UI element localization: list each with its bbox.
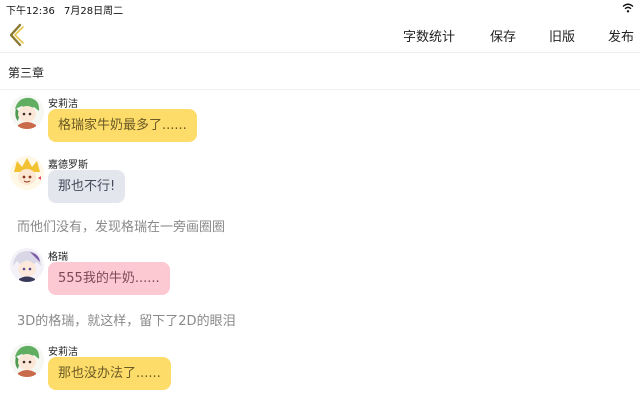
status-bar: 下午12:36 7月28日周二 <box>0 0 640 18</box>
narration-text[interactable]: 而他们没有，发现格瑞在一旁画圈圈 <box>17 216 225 235</box>
avatar-anliejie-image <box>10 343 44 377</box>
narration-text[interactable]: 3D的格瑞，就这样，留下了2D的眼泪 <box>17 310 236 329</box>
avatar-jiadeluosi-image <box>10 156 44 190</box>
message-bubble[interactable]: 那也没办法了...... <box>48 357 171 390</box>
message-bubble[interactable]: 那也不行! <box>48 170 126 203</box>
message-bubble[interactable]: 555我的牛奶...... <box>48 262 170 295</box>
speaker-name: 安莉洁 <box>48 347 78 358</box>
avatar[interactable] <box>10 343 44 377</box>
chapter-title[interactable]: 第三章 <box>8 64 44 81</box>
avatar-anliejie-image <box>10 95 44 129</box>
speaker-name: 格瑞 <box>48 252 68 263</box>
history-button[interactable]: 旧版 <box>549 26 575 45</box>
avatar[interactable] <box>10 95 44 129</box>
chapter-bar: 第三章 <box>0 53 640 90</box>
speaker-name: 嘉德罗斯 <box>48 160 88 171</box>
avatar-gerui-image <box>10 248 44 282</box>
avatar[interactable] <box>10 156 44 190</box>
back-arrow-icon <box>9 23 24 47</box>
message-bubble[interactable]: 格瑞家牛奶最多了...... <box>48 109 197 142</box>
publish-button[interactable]: 发布 <box>608 26 634 45</box>
save-button[interactable]: 保存 <box>490 26 516 45</box>
speaker-name: 安莉洁 <box>48 99 78 110</box>
wifi-icon <box>622 3 634 13</box>
word-count-button[interactable]: 字数统计 <box>403 26 455 45</box>
status-date: 7月28日周二 <box>64 6 124 17</box>
back-button[interactable] <box>6 22 28 48</box>
avatar[interactable] <box>10 248 44 282</box>
status-time: 下午12:36 <box>6 6 55 17</box>
nav-bar: 字数统计 保存 旧版 发布 <box>0 18 640 53</box>
